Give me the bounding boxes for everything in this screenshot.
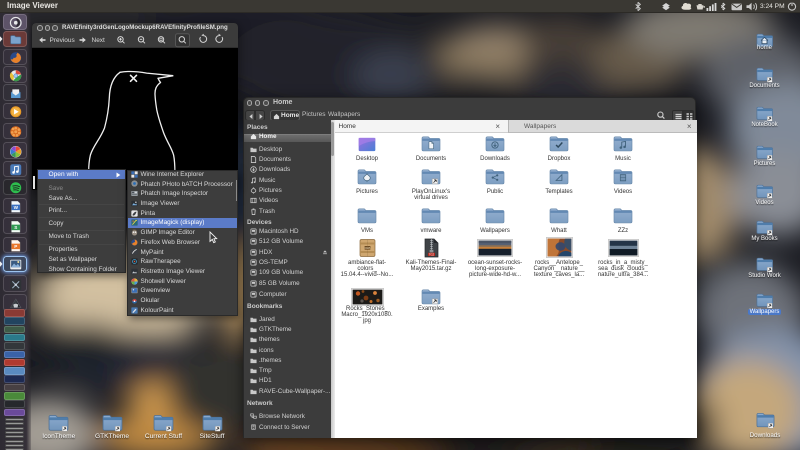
svg-text:W: W [13,205,18,210]
svg-text:S: S [14,225,17,230]
svg-text:Previous: Previous [50,37,76,44]
svg-text:Next: Next [92,37,106,44]
svg-text:TGZ: TGZ [428,252,434,256]
svg-text:P: P [14,244,17,249]
